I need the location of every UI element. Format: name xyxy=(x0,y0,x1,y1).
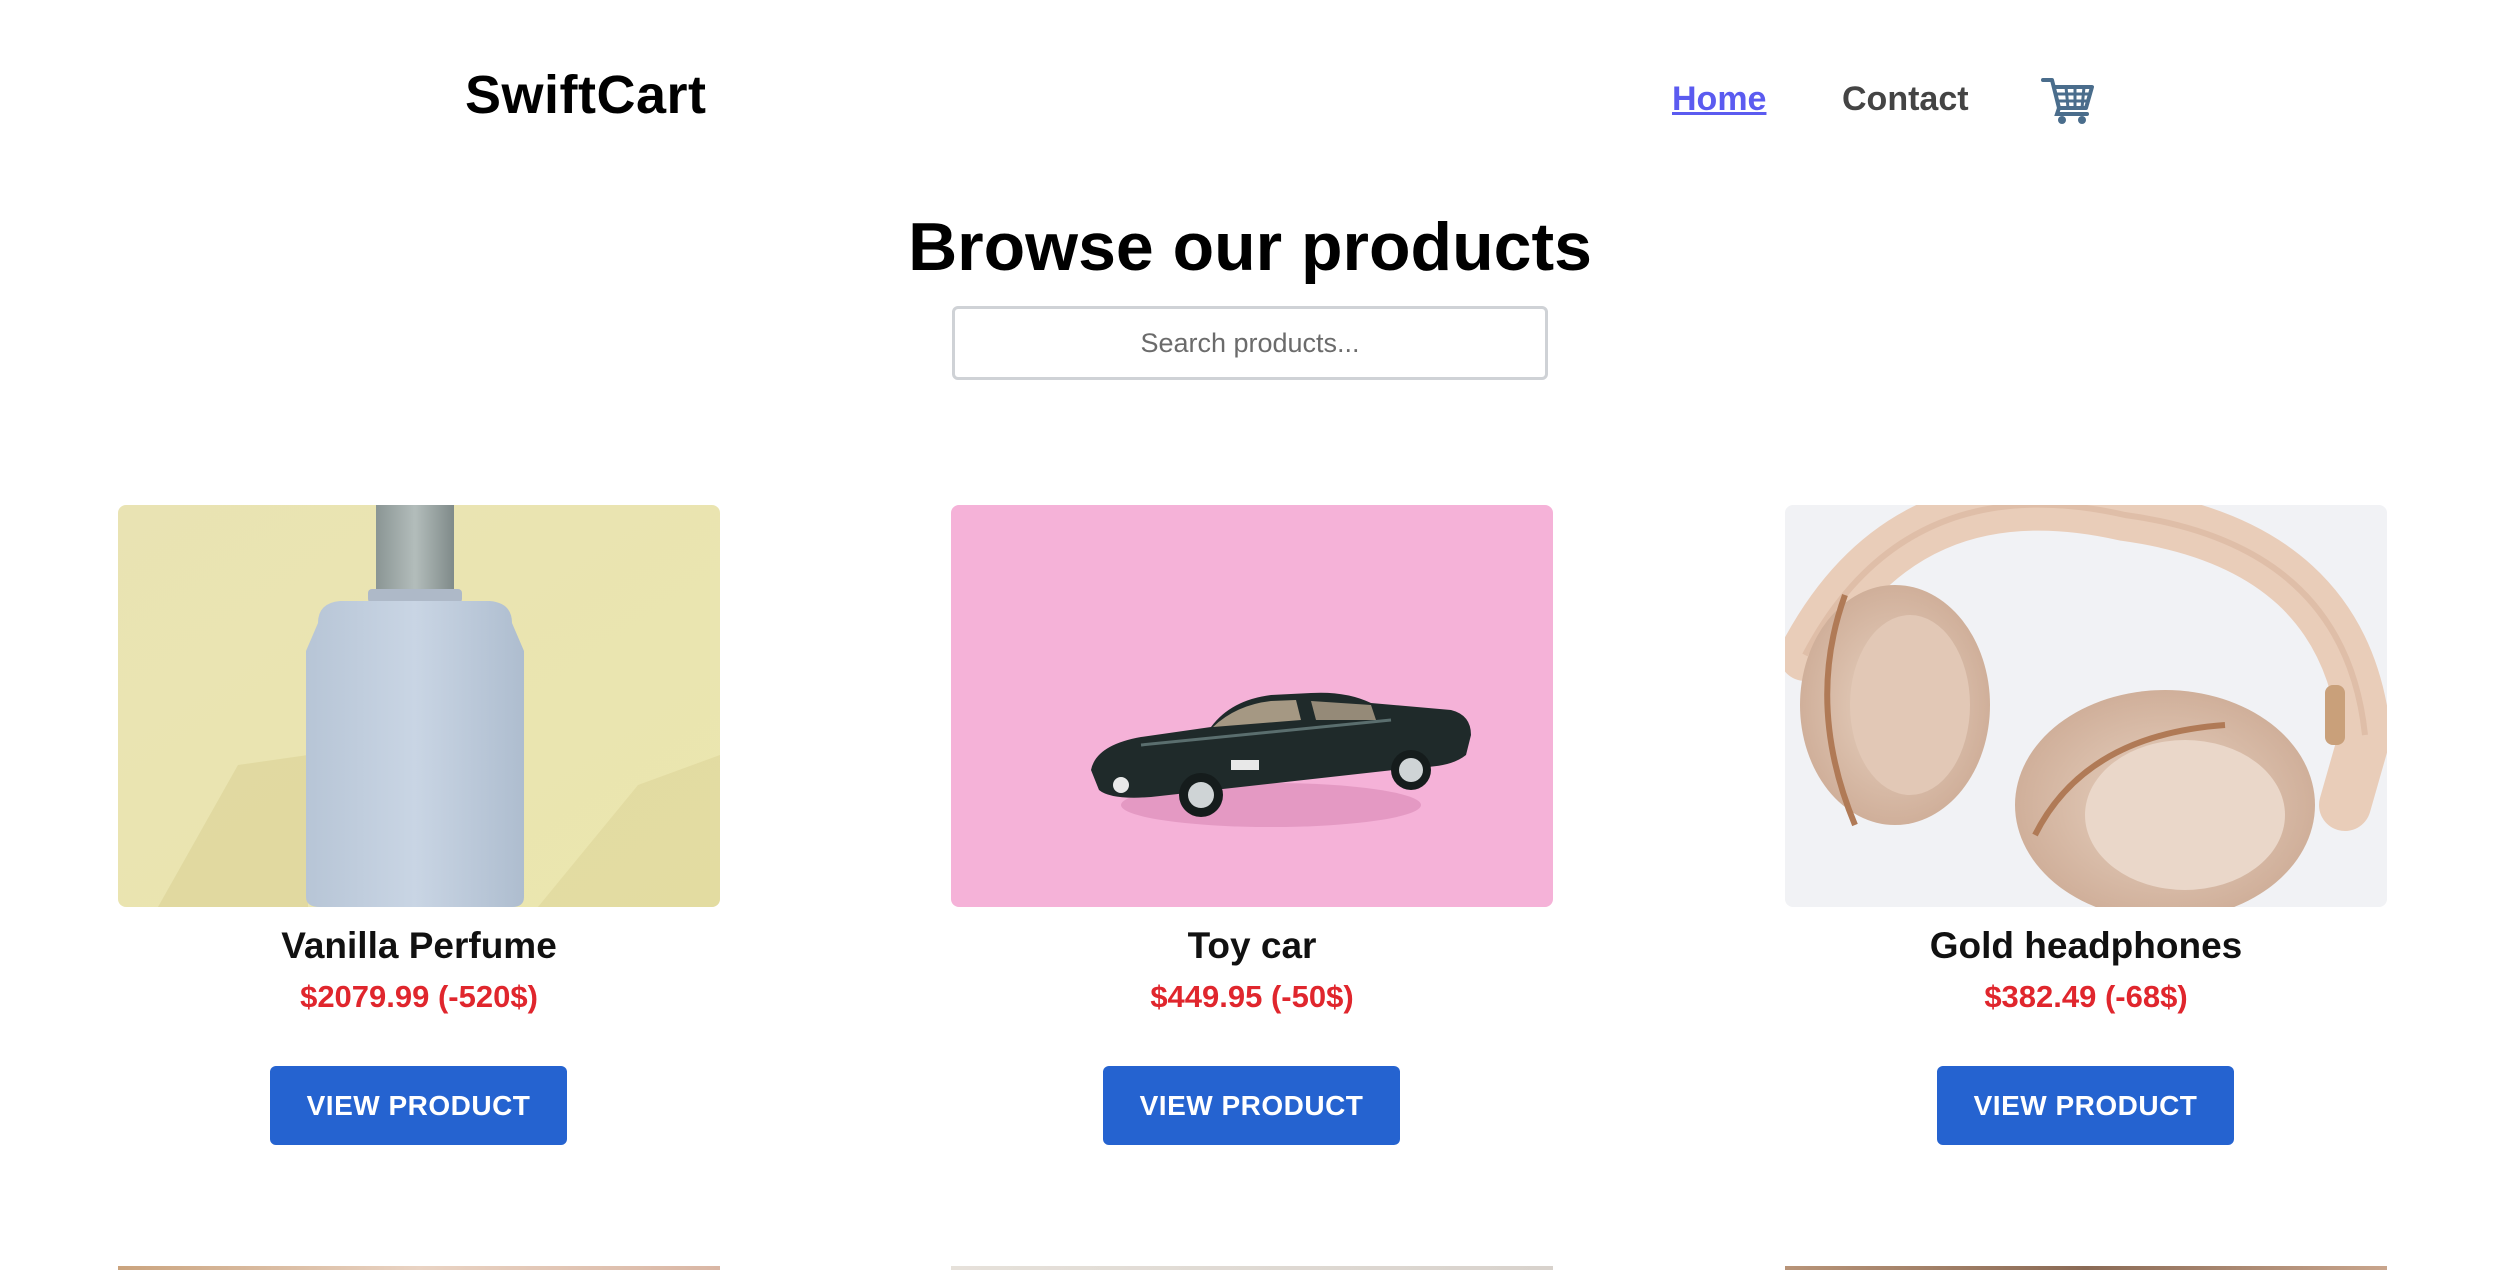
page-title: Browse our products xyxy=(908,209,1592,285)
shopping-cart-icon[interactable] xyxy=(2040,72,2096,128)
nav-contact-link[interactable]: Contact xyxy=(1842,80,1969,119)
product-name: Gold headphones xyxy=(1929,925,2243,966)
view-product-button[interactable]: VIEW PRODUCT xyxy=(1103,1066,1400,1145)
product-price: $449.95 (-50$) xyxy=(1150,979,1354,1014)
nav-home-link[interactable]: Home xyxy=(1672,80,1766,119)
product-card: Gold headphones $382.49 (-68$) VIEW PROD… xyxy=(1785,505,2387,1145)
product-card: Toy car $449.95 (-50$) VIEW PRODUCT xyxy=(951,505,1553,1145)
product-image-partial xyxy=(951,1266,1553,1270)
product-price: $2079.99 (-520$) xyxy=(300,979,538,1014)
product-image-partial xyxy=(1785,1266,2387,1270)
product-price: $382.49 (-68$) xyxy=(1984,979,2188,1014)
toy-car-image[interactable] xyxy=(951,505,1553,907)
view-product-button[interactable]: VIEW PRODUCT xyxy=(270,1066,567,1145)
site-header: SwiftCart Home Contact xyxy=(0,0,2500,200)
product-card: Vanilla Perfume $2079.99 (-520$) VIEW PR… xyxy=(118,505,720,1145)
headphones-image[interactable] xyxy=(1785,505,2387,907)
perfume-bottle-image[interactable] xyxy=(118,505,720,907)
site-logo[interactable]: SwiftCart xyxy=(465,64,707,126)
product-image-partial xyxy=(118,1266,720,1270)
product-name: Vanilla Perfume xyxy=(281,925,557,966)
search-input[interactable] xyxy=(952,306,1548,380)
product-name: Toy car xyxy=(1187,925,1317,966)
view-product-button[interactable]: VIEW PRODUCT xyxy=(1937,1066,2234,1145)
